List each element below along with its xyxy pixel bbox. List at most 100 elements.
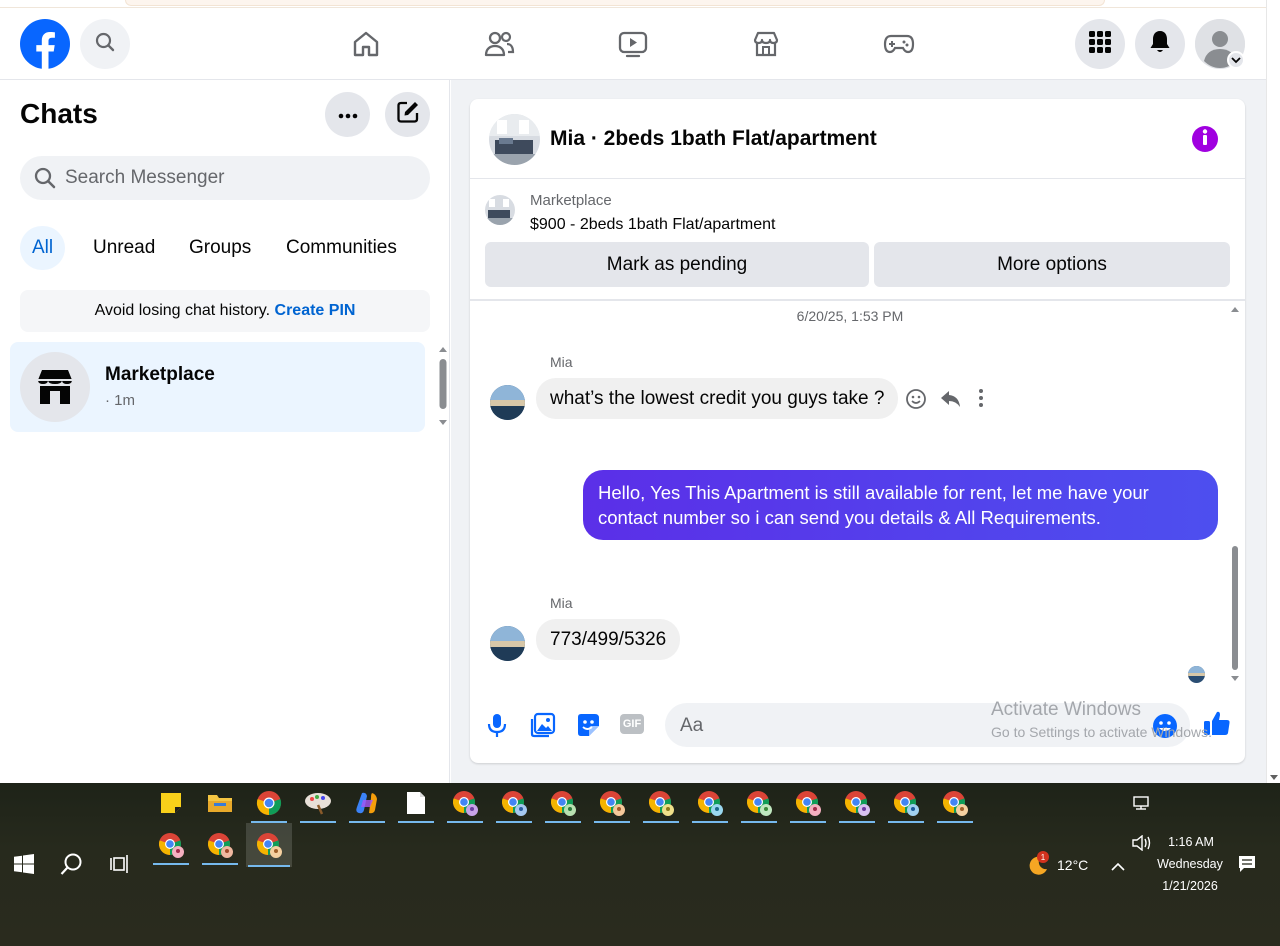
microphone-icon[interactable]	[487, 712, 507, 743]
options-button[interactable]	[325, 92, 370, 137]
search-button[interactable]	[80, 19, 130, 69]
chrome-profile-app[interactable]	[494, 783, 534, 823]
sender-avatar[interactable]	[490, 385, 525, 420]
seen-receipt-avatar	[1188, 666, 1205, 683]
weather-badge: 1	[1037, 851, 1049, 863]
gaming-icon[interactable]	[879, 24, 919, 64]
paint-app[interactable]	[298, 783, 338, 823]
compose-icon	[396, 100, 420, 129]
sticky-notes-app[interactable]	[151, 783, 191, 823]
gif-icon[interactable]: GIF	[620, 714, 644, 734]
file-explorer-app[interactable]	[200, 783, 240, 823]
more-vertical-icon[interactable]	[978, 388, 984, 413]
filter-all[interactable]: All	[20, 226, 66, 270]
info-button[interactable]	[1192, 126, 1218, 152]
listing-title[interactable]: $900 - 2beds 1bath Flat/apartment	[530, 216, 776, 234]
notifications-button[interactable]	[1135, 19, 1185, 69]
chrome-profile-app[interactable]	[935, 783, 975, 823]
chrome-profile-app[interactable]	[739, 783, 779, 823]
marketplace-icon[interactable]	[746, 24, 786, 64]
menu-grid-icon	[1088, 30, 1112, 59]
clock-day[interactable]: Wednesday	[1156, 857, 1224, 871]
conversation-panel: Mia · 2beds 1bath Flat/apartment Marketp…	[470, 99, 1245, 763]
divider	[470, 299, 1245, 301]
facebook-logo[interactable]	[20, 19, 70, 69]
temperature[interactable]: 12°C	[1057, 857, 1088, 873]
conversation-header: Mia · 2beds 1bath Flat/apartment	[470, 99, 1245, 179]
volume-icon[interactable]	[1132, 834, 1152, 856]
chrome-profile-app[interactable]	[151, 825, 191, 865]
chrome-app[interactable]	[249, 783, 289, 823]
message-bubble-outgoing[interactable]: Hello, Yes This Apartment is still avail…	[583, 470, 1218, 540]
messages-scrollbar[interactable]	[1230, 304, 1240, 684]
filter-communities[interactable]: Communities	[274, 226, 409, 270]
activate-windows-subtitle: Go to Settings to activate Windows.	[991, 724, 1212, 740]
chrome-profile-app[interactable]	[543, 783, 583, 823]
chrome-profile-app[interactable]	[690, 783, 730, 823]
message-bubble-incoming[interactable]: 773/499/5326	[536, 619, 681, 660]
sidebar-scrollbar[interactable]	[438, 346, 448, 426]
task-view-icon[interactable]	[110, 855, 130, 878]
sender-name: Mia	[550, 595, 573, 611]
search-messenger-field[interactable]: Search Messenger	[20, 156, 430, 200]
menu-button[interactable]	[1075, 19, 1125, 69]
chat-name: Marketplace	[105, 364, 215, 385]
more-options-button[interactable]: More options	[874, 242, 1230, 287]
clock-time[interactable]: 1:16 AM	[1160, 835, 1222, 849]
account-avatar[interactable]	[1195, 19, 1245, 69]
chrome-profile-app[interactable]	[886, 783, 926, 823]
pin-banner-text: Avoid losing chat history.	[94, 302, 271, 319]
activate-windows-title: Activate Windows	[991, 699, 1141, 720]
chrome-profile-app[interactable]	[641, 783, 681, 823]
listing-thumbnail	[485, 195, 515, 225]
photo-icon[interactable]	[530, 712, 556, 743]
pin-banner: Avoid losing chat history. Create PIN	[20, 290, 430, 332]
windows-start-icon[interactable]	[14, 854, 34, 879]
clock-date[interactable]: 1/21/2026	[1156, 879, 1224, 893]
search-placeholder: Search Messenger	[65, 167, 225, 188]
chrome-profile-app[interactable]	[837, 783, 877, 823]
mark-as-pending-button[interactable]: Mark as pending	[485, 242, 869, 287]
notepad-app[interactable]	[396, 783, 436, 823]
notifications-center-icon[interactable]	[1238, 855, 1256, 878]
chrome-profile-app[interactable]	[592, 783, 632, 823]
facebook-navbar	[0, 8, 1266, 80]
info-icon	[1202, 128, 1208, 150]
search-icon	[95, 32, 115, 57]
chat-item-marketplace[interactable]: Marketplace · 1m	[10, 342, 425, 432]
browser-top-strip	[0, 0, 1266, 8]
chrome-profile-app-active[interactable]	[246, 823, 292, 867]
sticker-icon[interactable]	[575, 712, 601, 743]
reply-icon[interactable]	[940, 388, 962, 415]
notifications-bell-icon	[1148, 29, 1172, 60]
chrome-profile-app[interactable]	[445, 783, 485, 823]
chrome-profile-app[interactable]	[200, 825, 240, 865]
network-icon[interactable]	[1133, 796, 1151, 815]
react-emoji-icon[interactable]	[905, 388, 927, 415]
store-icon	[20, 352, 90, 422]
page-scrollbar[interactable]	[1266, 0, 1280, 783]
sender-name: Mia	[550, 354, 573, 370]
listing-avatar[interactable]	[489, 114, 540, 165]
filter-unread[interactable]: Unread	[81, 226, 167, 270]
new-message-button[interactable]	[385, 92, 430, 137]
message-bubble-incoming[interactable]: what’s the lowest credit you guys take ?	[536, 378, 899, 419]
filter-groups[interactable]: Groups	[177, 226, 263, 270]
chat-meta: · 1m	[105, 392, 135, 409]
taskbar-search-icon[interactable]	[60, 852, 84, 881]
video-icon[interactable]	[613, 24, 653, 64]
chats-title: Chats	[20, 98, 98, 129]
friends-icon[interactable]	[479, 24, 519, 64]
chevron-down-icon	[1227, 51, 1245, 69]
chrome-profile-app[interactable]	[788, 783, 828, 823]
sender-avatar[interactable]	[490, 626, 525, 661]
listing-source: Marketplace	[530, 192, 612, 209]
copilot-app[interactable]	[347, 783, 387, 823]
message-input-placeholder: Aa	[680, 715, 704, 736]
create-pin-link[interactable]: Create PIN	[275, 302, 356, 320]
chats-sidebar: Chats Search Messenger All Unread Groups…	[0, 80, 450, 783]
home-icon[interactable]	[346, 24, 386, 64]
message-timestamp: 6/20/25, 1:53 PM	[796, 308, 904, 324]
chevron-up-icon[interactable]	[1111, 858, 1125, 876]
windows-taskbar: 1 12°C 1:16 AM Wednesday 1/21/2026	[0, 783, 1280, 946]
